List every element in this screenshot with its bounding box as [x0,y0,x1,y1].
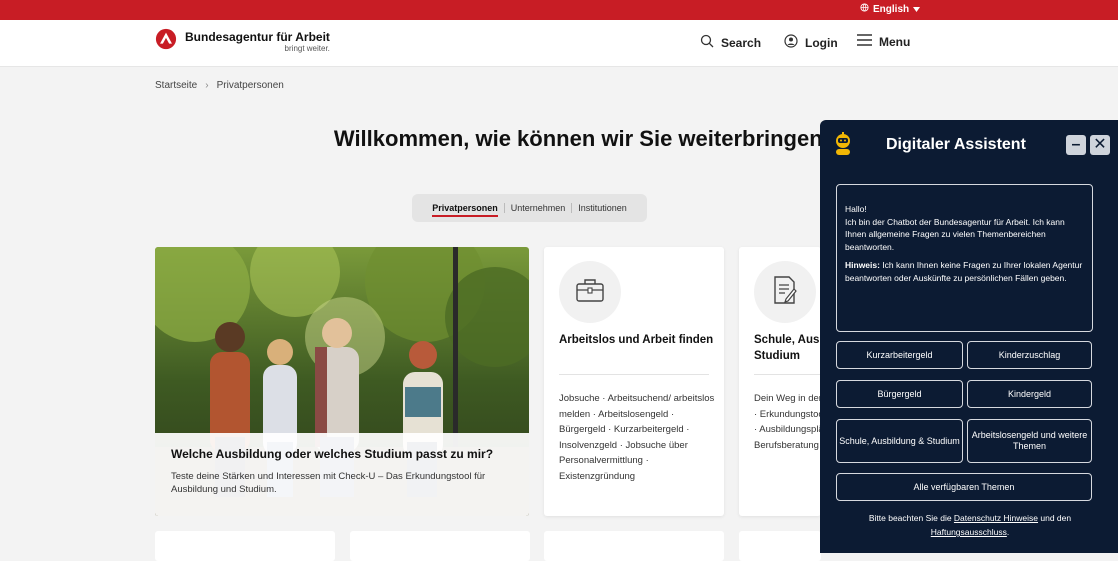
audience-tabs: Privatpersonen Unternehmen Institutionen [412,194,647,222]
brand-text: Bundesagentur für Arbeit bringt weiter. [185,28,330,53]
greeting: Hallo! [845,204,867,214]
chevron-right-icon: › [205,80,209,91]
topic-card[interactable] [155,531,335,561]
hint-body: Ich kann Ihnen keine Fragen zu Ihrer lok… [845,260,1083,283]
ba-logo-icon [155,28,177,50]
intro-text: Ich bin der Chatbot der Bundesagentur fü… [845,216,1065,252]
card-icon-circle [754,261,816,323]
tab-unternehmen[interactable]: Unternehmen [505,197,572,219]
breadcrumb: Startseite › Privatpersonen [155,80,284,91]
topic-button-buergergeld[interactable]: Bürgergeld [836,380,963,408]
language-label: English [873,3,910,15]
topic-card-arbeitslos[interactable]: Arbeitslos und Arbeit finden Jobsuche · … [544,247,724,516]
disclaimer-text: und den [1038,513,1072,523]
breadcrumb-current: Privatpersonen [216,80,284,91]
search-button[interactable]: Search [700,34,761,51]
bot-message: Hallo! Ich bin der Chatbot der Bundesage… [836,184,1093,332]
hero-caption: Welche Ausbildung oder welches Studium p… [155,433,529,516]
topic-button-kindergeld[interactable]: Kindergeld [967,380,1092,408]
top-red-bar [0,0,1118,20]
brand-tagline: bringt weiter. [284,44,330,53]
hero-title[interactable]: Welche Ausbildung oder welches Studium p… [171,447,493,461]
privacy-link[interactable]: Datenschutz Hinweise [954,513,1038,523]
tab-privatpersonen[interactable]: Privatpersonen [426,197,504,219]
card-title: Arbeitslos und Arbeit finden [559,334,714,346]
topic-button-kinderzuschlag[interactable]: Kinderzuschlag [967,341,1092,369]
card-links[interactable]: Jobsuche · Arbeitsuchend/ arbeitslos mel… [559,391,719,484]
topic-card[interactable] [350,531,530,561]
language-switcher[interactable]: English [860,1,921,17]
assistant-header: Digitaler Assistent – ✕ [820,120,1118,170]
bot-avatar-icon [832,132,854,161]
hint-label: Hinweis: [845,260,880,270]
hamburger-icon [857,34,872,49]
card-title: Schule, Ausbildung und Studium [754,334,821,362]
caret-down-icon [913,4,921,15]
menu-label: Menu [879,34,911,49]
topic-button-schule[interactable]: Schule, Ausbildung & Studium [836,419,963,463]
minimize-button[interactable]: – [1066,135,1086,155]
card-links[interactable]: Dein Weg in den Beruf · zum Studium · Er… [754,391,821,453]
search-label: Search [721,35,762,50]
breadcrumb-home[interactable]: Startseite [155,80,197,91]
card-icon-circle [559,261,621,323]
login-label: Login [805,35,838,50]
document-pen-icon [772,275,798,310]
site-header: Bundesagentur für Arbeit bringt weiter. … [0,20,1118,67]
hero-teaser[interactable]: Welche Ausbildung oder welches Studium p… [155,247,529,516]
privacy-disclaimer: Bitte beachten Sie die Datenschutz Hinwe… [832,511,1108,539]
menu-button[interactable]: Menu [857,34,910,49]
user-icon [784,34,798,51]
briefcase-icon [575,277,605,308]
topic-button-arbeitslosengeld[interactable]: Arbeitslosengeld und weitere Themen [967,419,1092,463]
chat-assistant-panel: Digitaler Assistent – ✕ Hallo! Ich bin d… [820,120,1118,553]
disclaimer-text: Bitte beachten Sie die [868,513,954,523]
topic-card[interactable] [544,531,724,561]
globe-icon [860,3,869,15]
close-button[interactable]: ✕ [1090,135,1110,155]
card-divider [754,374,821,375]
topic-button-kurzarbeitergeld[interactable]: Kurzarbeitergeld [836,341,963,369]
hero-text: Teste deine Stärken und Interessen mit C… [171,471,486,495]
liability-link[interactable]: Haftungsausschluss [931,527,1007,537]
search-icon [700,34,714,51]
all-topics-button[interactable]: Alle verfügbaren Themen [836,473,1092,501]
bot-message-text: Hallo! Ich bin der Chatbot der Bundesage… [845,203,1085,290]
topic-card-schule[interactable]: Schule, Ausbildung und Studium Dein Weg … [739,247,821,516]
brand-logo[interactable]: Bundesagentur für Arbeit bringt weiter. [155,28,330,53]
assistant-title: Digitaler Assistent [886,136,1026,153]
disclaimer-text: . [1006,527,1010,537]
login-button[interactable]: Login [784,34,838,51]
hint-text: Hinweis: Ich kann Ihnen keine Fragen zu … [845,259,1085,284]
tab-institutionen[interactable]: Institutionen [572,197,633,219]
brand-name: Bundesagentur für Arbeit [185,30,330,44]
card-divider [559,374,709,375]
topic-card[interactable] [739,531,821,561]
